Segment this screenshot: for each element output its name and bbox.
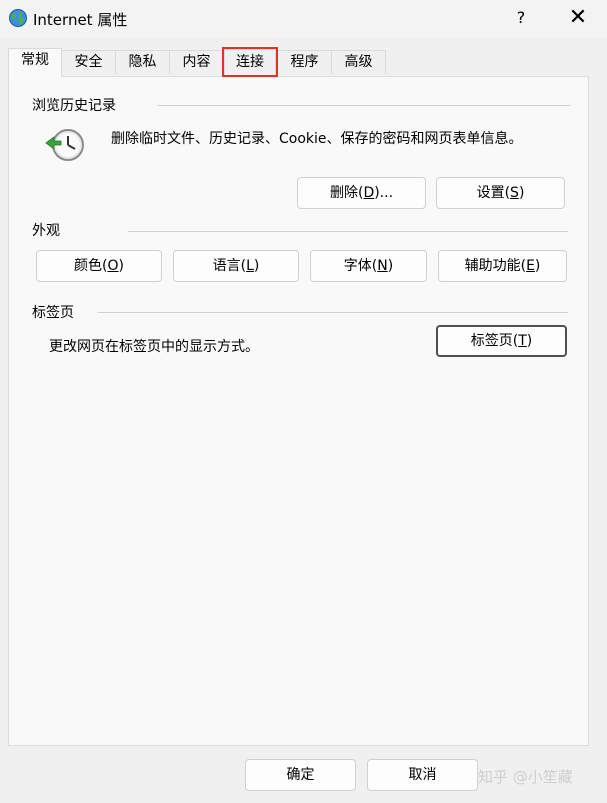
tab-security[interactable]: 安全 — [61, 50, 116, 74]
delete-history-button[interactable]: 删除(D)... — [297, 177, 426, 209]
accessibility-button-suffix: ) — [534, 258, 541, 274]
fonts-button-label: 字体( — [343, 258, 378, 274]
tab-general[interactable]: 常规 — [8, 48, 62, 77]
title-bar: Internet 属性 ? ✕ — [0, 0, 607, 38]
languages-button[interactable]: 语言(L) — [173, 250, 299, 282]
delete-button-accesskey: D — [363, 185, 375, 201]
languages-button-label: 语言( — [212, 258, 247, 274]
fonts-button-accesskey: N — [377, 258, 388, 274]
tabs-group-description: 更改网页在标签页中的显示方式。 — [49, 339, 259, 355]
cancel-button[interactable]: 取消 — [367, 759, 478, 791]
help-button[interactable]: ? — [506, 0, 536, 36]
colors-button-suffix: ) — [118, 258, 124, 274]
close-button[interactable]: ✕ — [560, 0, 596, 36]
delete-button-suffix: )... — [374, 185, 394, 201]
accessibility-button-accesskey: E — [526, 258, 535, 274]
settings-button-suffix: ) — [518, 185, 525, 201]
appearance-divider — [128, 231, 568, 232]
tabs-settings-button[interactable]: 标签页(T) — [436, 325, 567, 357]
colors-button-label: 颜色( — [74, 258, 108, 274]
colors-button[interactable]: 颜色(O) — [36, 250, 162, 282]
settings-button-accesskey: S — [510, 185, 519, 201]
tab-programs[interactable]: 程序 — [277, 50, 332, 74]
tabs-button-suffix: ) — [526, 333, 533, 349]
internet-options-window: Internet 属性 ? ✕ 常规 安全 隐私 内容 连接 程序 高级 浏览历… — [0, 0, 607, 803]
tab-advanced[interactable]: 高级 — [331, 50, 386, 74]
accessibility-button[interactable]: 辅助功能(E) — [438, 250, 567, 282]
tab-privacy[interactable]: 隐私 — [115, 50, 170, 74]
browsing-history-label: 浏览历史记录 — [32, 98, 116, 114]
history-clock-icon — [45, 129, 84, 161]
tab-connections[interactable]: 连接 — [222, 47, 278, 77]
tab-strip: 常规 安全 隐私 内容 连接 程序 高级 — [8, 47, 588, 77]
tabs-button-accesskey: T — [518, 333, 527, 349]
browsing-history-divider — [158, 105, 570, 106]
browsing-history-description: 删除临时文件、历史记录、Cookie、保存的密码和网页表单信息。 — [111, 131, 523, 147]
settings-button-label: 设置( — [476, 185, 511, 201]
fonts-button-suffix: ) — [387, 258, 394, 274]
languages-button-suffix: ) — [253, 258, 260, 274]
tabs-button-label: 标签页( — [470, 333, 519, 349]
delete-button-label: 删除( — [329, 185, 364, 201]
tabs-group-label: 标签页 — [32, 305, 74, 321]
history-settings-button[interactable]: 设置(S) — [436, 177, 565, 209]
ok-button[interactable]: 确定 — [245, 759, 356, 791]
tab-content[interactable]: 内容 — [169, 50, 224, 74]
appearance-label: 外观 — [32, 223, 60, 239]
tabs-group-divider — [98, 312, 568, 313]
window-title: Internet 属性 — [33, 11, 128, 29]
accessibility-button-label: 辅助功能( — [464, 258, 527, 274]
fonts-button[interactable]: 字体(N) — [310, 250, 427, 282]
internet-globe-icon — [9, 9, 27, 27]
languages-button-accesskey: L — [246, 258, 254, 274]
watermark-text: 知乎 @小笙藏 — [478, 768, 573, 786]
colors-button-accesskey: O — [107, 258, 119, 274]
